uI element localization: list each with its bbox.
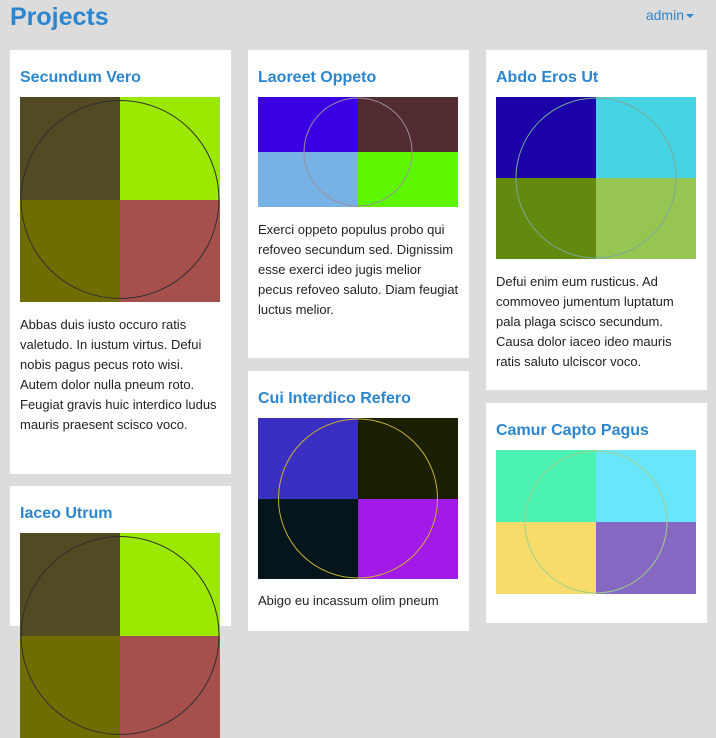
ring-circle [516, 98, 676, 258]
project-thumbnail[interactable] [258, 418, 458, 579]
caret-down-icon [686, 14, 694, 18]
thumbnail-ring [258, 418, 458, 579]
user-menu-dropdown[interactable]: admin [646, 7, 694, 23]
project-title[interactable]: Laoreet Oppeto [258, 68, 459, 88]
project-card: Cui Interdico Refero Abigo eu incassum o… [248, 371, 469, 631]
ring-circle [304, 98, 412, 206]
thumbnail-ring [496, 450, 696, 594]
ring-circle [525, 451, 667, 593]
project-title[interactable]: Camur Capto Pagus [496, 421, 697, 441]
project-thumbnail[interactable] [20, 97, 220, 302]
ring-circle [279, 419, 438, 578]
project-title[interactable]: Secundum Vero [20, 68, 221, 88]
project-thumbnail[interactable] [496, 450, 696, 594]
thumbnail-ring [20, 97, 220, 302]
project-card: Iaceo Utrum [10, 486, 231, 626]
project-thumbnail[interactable] [20, 533, 220, 738]
project-description: Defui enim eum rusticus. Ad commoveo jum… [496, 272, 697, 372]
thumbnail-ring [20, 533, 220, 738]
project-card: Abdo Eros Ut Defui enim eum rusticus. Ad… [486, 50, 707, 390]
project-card: Laoreet Oppeto Exerci oppeto populus pro… [248, 50, 469, 358]
page-header: Projects admin [0, 0, 716, 40]
project-thumbnail[interactable] [496, 97, 696, 259]
page-title[interactable]: Projects [10, 3, 109, 32]
project-title[interactable]: Abdo Eros Ut [496, 68, 697, 88]
project-card: Secundum Vero Abbas duis iusto occuro ra… [10, 50, 231, 474]
ring-circle [21, 101, 219, 299]
project-description: Abigo eu incassum olim pneum [258, 591, 459, 611]
ring-circle [21, 537, 219, 735]
project-description: Abbas duis iusto occuro ratis valetudo. … [20, 315, 221, 435]
project-description: Exerci oppeto populus probo qui refoveo … [258, 220, 459, 320]
project-thumbnail[interactable] [258, 97, 458, 207]
project-title[interactable]: Iaceo Utrum [20, 504, 221, 524]
user-menu-label: admin [646, 7, 684, 23]
project-title[interactable]: Cui Interdico Refero [258, 389, 459, 409]
project-card: Camur Capto Pagus [486, 403, 707, 623]
thumbnail-ring [258, 97, 458, 207]
thumbnail-ring [496, 97, 696, 259]
